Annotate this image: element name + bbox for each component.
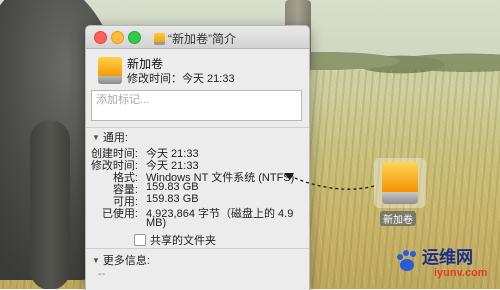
close-button[interactable] [94, 31, 107, 44]
shared-folder-label: 共享的文件夹 [150, 235, 216, 247]
volume-drive-icon [98, 57, 122, 84]
minimize-button[interactable] [111, 31, 124, 44]
section-more-info[interactable]: ▼ 更多信息: [92, 252, 150, 268]
desktop-volume-label[interactable]: 新加卷 [380, 211, 416, 226]
info-row-created: 创建时间: 今天 21:33 [86, 145, 309, 160]
volume-modified: 修改时间：今天 21:33 [127, 73, 235, 85]
zoom-button[interactable] [128, 31, 141, 44]
divider [86, 248, 309, 249]
tags-field[interactable] [91, 90, 302, 121]
info-row-capacity: 容量: 159.83 GB [86, 181, 309, 196]
more-info-placeholder: -- [98, 268, 106, 280]
info-row-modified: 修改时间: 今天 21:33 [86, 157, 309, 172]
tags-input[interactable] [92, 91, 301, 109]
window-title-text: “新加卷”简介 [168, 32, 236, 46]
title-bar[interactable]: “新加卷”简介 [86, 26, 309, 49]
section-more-info-label: 更多信息: [102, 255, 150, 267]
disclosure-triangle-icon[interactable]: ▼ [92, 256, 100, 265]
shared-folder-option[interactable]: 共享的文件夹 [134, 232, 216, 248]
watermark-url: iyunv.com [434, 267, 488, 279]
info-row-format: 格式: Windows NT 文件系统 (NTFS) [86, 169, 309, 184]
disclosure-triangle-icon[interactable]: ▼ [92, 133, 100, 142]
paw-logo-icon [397, 250, 416, 271]
info-value: 159.83 GB [146, 181, 199, 193]
info-value: MB) [146, 217, 167, 229]
info-row-used-cont: MB) [86, 217, 309, 229]
watermark-brand: 运维网 [422, 248, 473, 267]
info-header: 新加卷 修改时间：今天 21:33 [86, 49, 309, 91]
elephant-trunk [30, 120, 70, 289]
section-general[interactable]: ▼ 通用: [92, 129, 128, 145]
annotation-arrow [284, 173, 375, 190]
info-row-used: 已使用: 4,923,864 字节（磁盘上的 4.9 [86, 205, 309, 220]
divider [86, 127, 309, 128]
info-row-available: 可用: 159.83 GB [86, 193, 309, 208]
desktop-volume-icon[interactable] [382, 162, 418, 204]
get-info-window: “新加卷”简介 新加卷 修改时间：今天 21:33 ▼ 通用: 创建时间: 今天… [85, 25, 310, 290]
drive-icon [154, 32, 165, 45]
window-title: “新加卷”简介 [154, 30, 236, 47]
info-value: 159.83 GB [146, 193, 199, 205]
watermark: 运维网 iyunv.com [382, 243, 498, 287]
section-general-label: 通用: [102, 132, 128, 144]
shared-folder-checkbox[interactable] [134, 234, 146, 246]
